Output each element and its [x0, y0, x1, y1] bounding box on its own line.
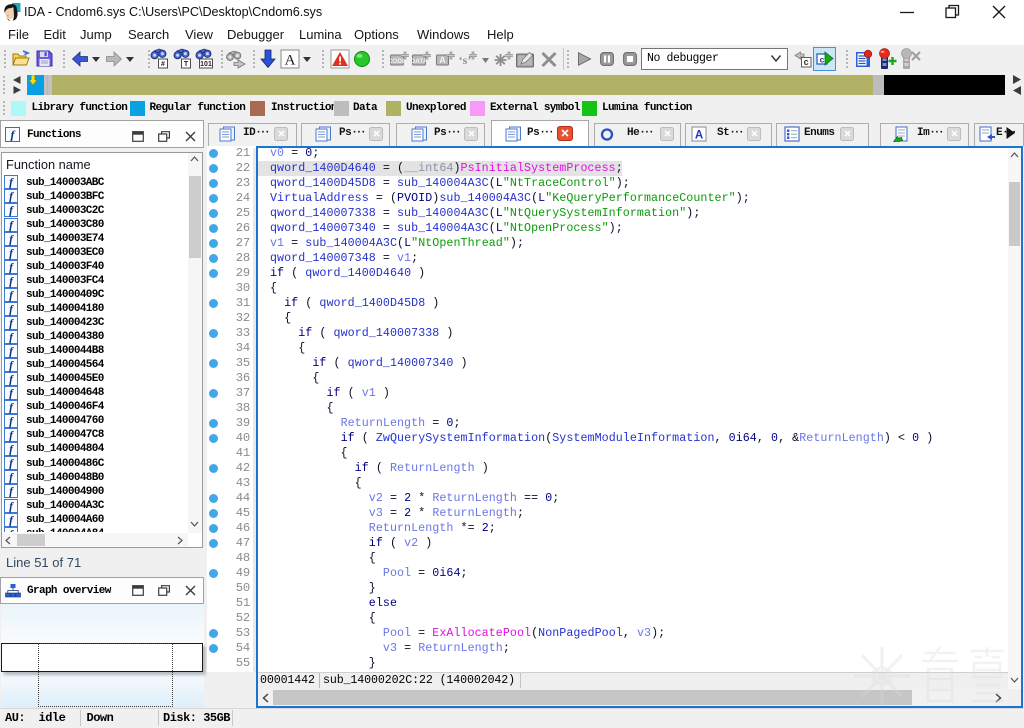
- svg-text:T: T: [184, 61, 189, 68]
- svg-text:DATA: DATA: [412, 58, 428, 65]
- svg-text:A: A: [285, 53, 296, 69]
- svg-text:101: 101: [200, 61, 212, 68]
- svg-text:#: #: [161, 61, 165, 68]
- svg-text:A: A: [695, 130, 703, 142]
- svg-text:c: c: [803, 58, 808, 68]
- svg-text:A: A: [439, 55, 446, 65]
- svg-text:c: c: [819, 56, 824, 66]
